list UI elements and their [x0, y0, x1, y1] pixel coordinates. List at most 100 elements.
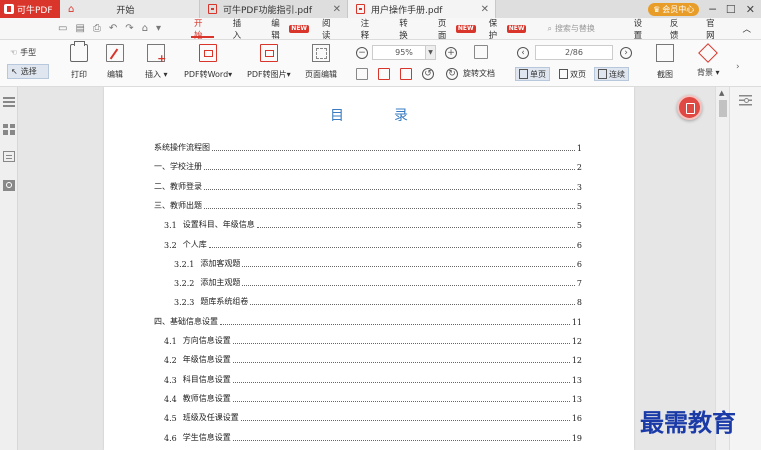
menu-start[interactable]: 开始 [183, 18, 222, 41]
minimize-icon[interactable]: ─ [709, 3, 716, 16]
undo-icon[interactable]: ↶ [109, 23, 117, 34]
rotate-doc-label[interactable]: 旋转文档 [463, 68, 495, 79]
toc-row[interactable]: 4.1 方向信息设置 12 [164, 335, 582, 346]
scroll-thumb[interactable] [719, 100, 727, 117]
insert-button[interactable]: 插入 ▾ [145, 44, 168, 80]
toc-entry-text: 设置科目、年级信息 [182, 220, 255, 230]
quick-access-toolbar: ▭ ▤ ⎙ ↶ ↷ ⌂ ▾ [0, 23, 183, 34]
double-page-label: 双页 [570, 69, 586, 79]
toc-leader-dots [204, 207, 575, 209]
rotate-right-icon[interactable]: ↻ [446, 68, 458, 80]
toc-row[interactable]: 3.1 设置科目、年级信息 5 [164, 219, 582, 230]
page-edit-button[interactable]: 页面编辑 [305, 44, 337, 80]
toc-entry-text: 方向信息设置 [182, 336, 231, 345]
properties-icon[interactable] [739, 95, 752, 106]
double-page-button[interactable]: 双页 [556, 67, 589, 81]
toc-row[interactable]: 三、教师出题 5 [154, 200, 582, 211]
fit-width-icon[interactable] [356, 68, 368, 80]
toc-page-number: 5 [576, 221, 582, 231]
pdf-to-image-label-wrap: PDF转图片▾ [247, 70, 291, 79]
zoom-select[interactable]: 95% ▼ [372, 45, 436, 60]
toc-row[interactable]: 3.2.1 添加客观题 6 [174, 258, 582, 269]
app-brand[interactable]: 可牛PDF [0, 0, 60, 18]
menu-feedback[interactable]: 反馈 [660, 18, 696, 41]
tab-doc-manual[interactable]: 用户操作手册.pdf ✕ [348, 0, 496, 18]
toc-row[interactable]: 4.2 年级信息设置 12 [164, 354, 582, 365]
toc-section-number: 3.2.1 [174, 259, 195, 269]
menu-protect[interactable]: 保护 NEW [487, 18, 538, 41]
menu-convert[interactable]: 转换 [388, 18, 427, 41]
toc-row[interactable]: 一、学校注册 2 [154, 161, 582, 172]
edit-button[interactable]: 编辑 [106, 44, 124, 80]
zoom-out-icon[interactable]: − [356, 47, 368, 59]
menu-edit[interactable]: 编辑 NEW [260, 18, 320, 41]
toc-row[interactable]: 4.5 班级及任课设置 16 [164, 412, 582, 423]
page-number-input[interactable]: 2/86 [535, 45, 613, 60]
close-tab-icon[interactable]: ✕ [481, 4, 489, 15]
prev-page-icon[interactable]: ‹ [517, 47, 529, 59]
page-edit-icon [312, 44, 330, 62]
right-panel [729, 87, 761, 450]
rotate-left-icon[interactable]: ↺ [422, 68, 434, 80]
toc-row[interactable]: 4.4 教师信息设置 13 [164, 393, 582, 404]
collapse-ribbon-icon[interactable]: ︿ [732, 18, 761, 40]
home-quick-icon[interactable]: ⌂ [142, 23, 148, 34]
floating-tool-button[interactable] [677, 95, 702, 120]
toc-row[interactable]: 四、基础信息设置 11 [154, 316, 582, 327]
fit-page-icon[interactable] [474, 45, 488, 59]
document-viewport[interactable]: 目录 系统操作流程图 1 一、学校注册 2 二、教师登录 3 三、教师出题 5 3.1 设置科目、… [18, 87, 715, 450]
continuous-button[interactable]: 连续 [594, 67, 629, 81]
toc-row[interactable]: 二、教师登录 3 [154, 181, 582, 192]
menu-settings[interactable]: 设置 [624, 18, 660, 41]
toc-section-number: 4.2 [164, 356, 177, 366]
crown-icon: ♛ [653, 4, 661, 14]
toc-row[interactable]: 3.2 个人库 6 [164, 239, 582, 250]
search-panel-icon[interactable] [3, 180, 15, 191]
open-file-icon[interactable]: ▭ [58, 23, 67, 34]
select-tool-button[interactable]: ↖ 选择 [7, 64, 49, 79]
actual-size-icon[interactable] [378, 68, 390, 80]
outline-icon[interactable] [3, 97, 15, 108]
toc-row[interactable]: 系统操作流程图 1 [154, 142, 582, 153]
background-button[interactable]: 背景 ▾ [697, 43, 720, 78]
redo-icon[interactable]: ↷ [125, 23, 133, 34]
thumbnails-icon[interactable] [3, 124, 15, 135]
vip-center-button[interactable]: ♛ 会员中心 [648, 2, 700, 16]
zoom-in-icon[interactable]: + [445, 47, 457, 59]
save-icon[interactable]: ▤ [75, 23, 84, 34]
toolbar-more-icon[interactable]: › [736, 62, 740, 72]
fit-visible-icon[interactable] [400, 68, 412, 80]
single-page-button[interactable]: 单页 [515, 67, 550, 81]
menu-read[interactable]: 阅读 [320, 18, 350, 41]
dropdown-icon[interactable]: ▾ [156, 23, 161, 34]
toc-row[interactable]: 4.3 科目信息设置 13 [164, 374, 582, 385]
close-window-icon[interactable]: ✕ [746, 3, 755, 16]
print-quick-icon[interactable]: ⎙ [93, 23, 101, 34]
menu-insert[interactable]: 插入 [222, 18, 261, 41]
screenshot-button[interactable]: 截图 [656, 44, 674, 80]
toc-row[interactable]: 4.6 学生信息设置 19 [164, 432, 582, 443]
scroll-up-icon[interactable]: ▲ [719, 89, 724, 97]
vertical-scrollbar[interactable]: ▲ [715, 87, 729, 450]
insert-label-wrap: 插入 ▾ [145, 70, 168, 79]
toc-row[interactable]: 3.2.3 题库系统组卷 8 [174, 296, 582, 307]
tab-home[interactable]: ⌂ 开始 [60, 0, 200, 18]
menu-website[interactable]: 官网 [696, 18, 732, 41]
next-page-icon[interactable]: › [620, 47, 632, 59]
pdf-to-word-button[interactable]: PDF转Word▾ [184, 44, 232, 80]
print-button[interactable]: 打印 [70, 41, 88, 80]
tab-doc-guide[interactable]: 可牛PDF功能指引.pdf ✕ [200, 0, 348, 18]
toc-row[interactable]: 3.2.2 添加主观题 7 [174, 277, 582, 288]
search-replace-box[interactable]: ⌕ 搜索与替换 [547, 23, 623, 34]
toc-entry-text: 班级及任课设置 [182, 413, 239, 423]
toc-entry-text: 题库系统组卷 [200, 297, 249, 307]
annotations-icon[interactable] [3, 151, 15, 162]
close-tab-icon[interactable]: ✕ [333, 4, 341, 15]
pdf-to-image-button[interactable]: PDF转图片▾ [247, 44, 291, 80]
toc-leader-dots [204, 188, 575, 190]
hand-tool-button[interactable]: ☜ 手型 [7, 45, 49, 60]
toc-leader-dots [240, 420, 570, 422]
menu-page[interactable]: 页面 NEW [427, 18, 487, 41]
maximize-icon[interactable]: ☐ [726, 3, 736, 16]
menu-annotate[interactable]: 注释 [350, 18, 389, 41]
